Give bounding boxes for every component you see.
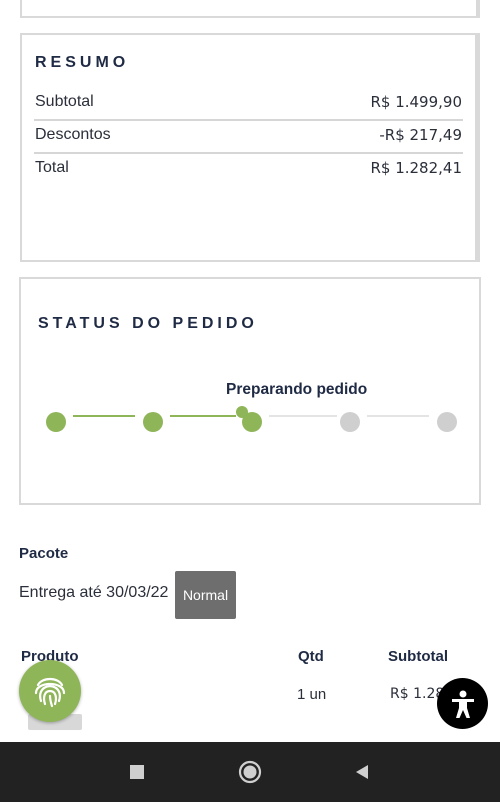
package-title: Pacote [19, 545, 69, 562]
step-dot-5 [437, 412, 457, 432]
step-dot-1 [46, 412, 66, 432]
home-button[interactable] [238, 760, 262, 784]
summary-card: RESUMO Subtotal R$ 1.499,90 Descontos -R… [20, 33, 480, 262]
accessibility-button[interactable] [437, 678, 488, 729]
shipping-type-badge: Normal [175, 571, 236, 619]
circle-icon [238, 760, 262, 784]
accessibility-icon [451, 690, 474, 718]
previous-card [20, 0, 480, 18]
triangle-back-icon [356, 765, 368, 779]
fingerprint-button[interactable] [19, 660, 81, 722]
summary-label: Descontos [35, 126, 111, 143]
delivery-date: Entrega até 30/03/22 [19, 584, 169, 601]
summary-value: -R$ 217,49 [379, 126, 462, 144]
current-step-label: Preparando pedido [226, 381, 368, 398]
product-qty: 1 un [297, 686, 327, 703]
fingerprint-icon [34, 677, 66, 708]
system-navigation-bar [0, 742, 500, 802]
progress-line [367, 415, 429, 417]
summary-value: R$ 1.282,41 [370, 159, 462, 177]
step-dot-4 [340, 412, 360, 432]
column-header-subtotal: Subtotal [388, 648, 448, 665]
square-icon [130, 765, 144, 779]
summary-label: Subtotal [35, 93, 94, 110]
step-dot-3 [242, 412, 262, 432]
recent-apps-button[interactable] [125, 760, 149, 784]
back-button[interactable] [350, 760, 374, 784]
summary-row-subtotal: Subtotal R$ 1.499,90 [35, 86, 462, 118]
product-subtotal: R$ 1.28 [390, 686, 445, 702]
progress-line [269, 415, 337, 417]
summary-title: RESUMO [35, 54, 130, 71]
order-status-card: STATUS DO PEDIDO Preparando pedido [19, 277, 481, 505]
progress-line [170, 415, 236, 417]
progress-line [73, 415, 135, 417]
summary-label: Total [35, 159, 69, 176]
step-dot-2 [143, 412, 163, 432]
summary-value: R$ 1.499,90 [370, 93, 462, 111]
order-status-title: STATUS DO PEDIDO [38, 315, 258, 332]
summary-row-discounts: Descontos -R$ 217,49 [35, 119, 462, 151]
column-header-qty: Qtd [298, 648, 324, 665]
summary-row-total: Total R$ 1.282,41 [35, 152, 462, 184]
